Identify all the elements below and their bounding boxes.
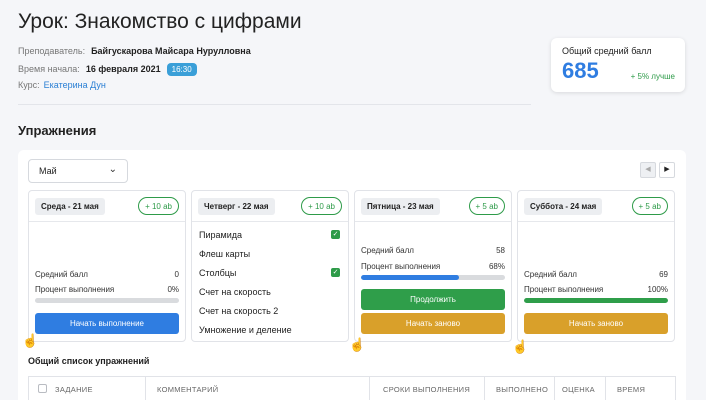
progress-bar-fill [361, 275, 459, 280]
column-time[interactable]: ВРЕМЯ [617, 385, 645, 394]
month-select[interactable]: Май ⌄ [28, 159, 128, 183]
bonus-badge: + 5 ab [631, 197, 668, 215]
progress-label: Процент выполнения [35, 285, 115, 294]
course-label: Курс: [18, 80, 40, 90]
exercise-item[interactable]: Столбцы ✓ [199, 268, 340, 278]
column-divider [145, 377, 146, 400]
exercises-title: Упражнения [18, 123, 97, 138]
avg-score-label: Средний балл [35, 270, 88, 279]
score-delta: + 5% лучше [630, 72, 675, 81]
hand-pointer-icon: ☝ [512, 339, 529, 354]
exercise-item[interactable]: Счет на скорость 2 [199, 306, 340, 316]
exercise-item[interactable]: Умножение и деление [199, 325, 340, 335]
avg-score-value: 69 [659, 270, 668, 279]
avg-score-value: 58 [496, 246, 505, 255]
course-link[interactable]: Екатерина Дун [44, 80, 106, 90]
progress-row: Процент выполнения 0% [35, 285, 179, 294]
select-all-checkbox[interactable] [38, 384, 47, 393]
restart-button[interactable]: Начать заново [524, 313, 668, 334]
day-card-header: Суббота - 24 мая + 5 ab [518, 191, 674, 222]
score-label: Общий средний балл [562, 46, 652, 56]
day-card-header: Пятница - 23 мая + 5 ab [355, 191, 511, 222]
teacher-label: Преподаватель: [18, 46, 86, 56]
progress-value: 100% [647, 285, 668, 294]
hand-pointer-icon: ☝ [349, 337, 366, 352]
avg-score-row: Средний балл 69 [524, 270, 668, 279]
hand-pointer-icon: ☝ [22, 333, 39, 348]
column-divider [369, 377, 370, 400]
column-grade[interactable]: ОЦЕНКА [562, 385, 595, 394]
exercise-item-label: Столбцы [199, 268, 237, 278]
progress-row: Процент выполнения 68% [361, 262, 505, 271]
column-divider [484, 377, 485, 400]
day-card-wednesday: Среда - 21 мая + 10 ab Средний балл 0 Пр… [28, 190, 186, 342]
column-comment[interactable]: КОММЕНТАРИЙ [157, 385, 218, 394]
progress-label: Процент выполнения [361, 262, 441, 271]
exercise-item-label: Флеш карты [199, 249, 251, 259]
day-card-saturday: Суббота - 24 мая + 5 ab Средний балл 69 … [517, 190, 675, 342]
column-deadline[interactable]: СРОКИ ВЫПОЛНЕНИЯ [383, 385, 470, 394]
score-card: Общий средний балл 685 + 5% лучше [551, 38, 685, 92]
continue-button[interactable]: Продолжить [361, 289, 505, 310]
day-card-header: Четверг - 22 мая + 10 ab [192, 191, 348, 222]
day-card-friday: Пятница - 23 мая + 5 ab Средний балл 58 … [354, 190, 512, 342]
bonus-badge: + 10 ab [138, 197, 179, 215]
day-date: Пятница - 23 мая [361, 198, 440, 215]
exercise-item[interactable]: Счет на скорость [199, 287, 340, 297]
bonus-badge: + 10 ab [301, 197, 342, 215]
avg-score-row: Средний балл 58 [361, 246, 505, 255]
progress-label: Процент выполнения [524, 285, 604, 294]
start-label: Время начала: [18, 64, 80, 74]
start-exercise-button[interactable]: Начать выполнение [35, 313, 179, 334]
column-task[interactable]: ЗАДАНИЕ [55, 385, 93, 394]
header-divider [18, 104, 531, 105]
restart-button[interactable]: Начать заново [361, 313, 505, 334]
exercise-item-label: Умножение и деление [199, 325, 292, 335]
avg-score-label: Средний балл [524, 270, 577, 279]
exercise-item[interactable]: Флеш карты [199, 249, 340, 259]
teacher-name: Байгускарова Майсара Нурулловна [91, 46, 251, 56]
day-date: Суббота - 24 мая [524, 198, 603, 215]
column-divider [605, 377, 606, 400]
progress-row: Процент выполнения 100% [524, 285, 668, 294]
bonus-badge: + 5 ab [468, 197, 505, 215]
day-card-thursday: Четверг - 22 мая + 10 ab Пирамида ✓ Флеш … [191, 190, 349, 342]
exercise-list-title: Общий список упражнений [28, 356, 150, 366]
day-date: Среда - 21 мая [35, 198, 105, 215]
progress-value: 68% [488, 262, 505, 271]
progress-value: 0% [167, 285, 179, 294]
prev-week-button[interactable]: ◀ [640, 162, 656, 178]
avg-score-label: Средний балл [361, 246, 414, 255]
course-row: Курс: Екатерина Дун [18, 80, 106, 90]
next-week-button[interactable]: ▶ [659, 162, 675, 178]
progress-bar-fill [524, 298, 668, 303]
checkmark-icon: ✓ [331, 230, 340, 239]
checkmark-icon: ✓ [331, 268, 340, 277]
progress-bar [524, 298, 668, 303]
progress-bar [35, 298, 179, 303]
triangle-right-icon: ▶ [664, 166, 670, 173]
progress-bar [361, 275, 505, 280]
exercise-table-header: ЗАДАНИЕ КОММЕНТАРИЙ СРОКИ ВЫПОЛНЕНИЯ ВЫП… [28, 376, 676, 400]
day-date: Четверг - 22 мая [198, 198, 275, 215]
column-done[interactable]: ВЫПОЛНЕНО [496, 385, 548, 394]
exercise-item-label: Счет на скорость [199, 287, 271, 297]
avg-score-row: Средний балл 0 [35, 270, 179, 279]
start-time-row: Время начала: 16 февраля 2021 16:30 [18, 63, 197, 76]
chevron-down-icon: ⌄ [108, 164, 117, 175]
score-value: 685 [562, 58, 599, 83]
exercise-item-label: Пирамида [199, 230, 242, 240]
teacher-row: Преподаватель: Байгускарова Майсара Нурул… [18, 46, 251, 56]
triangle-left-icon: ◀ [645, 166, 651, 173]
exercise-item-label: Счет на скорость 2 [199, 306, 279, 316]
start-date: 16 февраля 2021 [85, 64, 161, 74]
day-card-header: Среда - 21 мая + 10 ab [29, 191, 185, 222]
column-divider [554, 377, 555, 400]
page-title: Урок: Знакомство с цифрами [18, 10, 302, 33]
exercise-item[interactable]: Пирамида ✓ [199, 230, 340, 240]
month-select-value: Май [39, 166, 57, 176]
avg-score-value: 0 [174, 270, 179, 279]
start-time-badge: 16:30 [166, 63, 197, 76]
